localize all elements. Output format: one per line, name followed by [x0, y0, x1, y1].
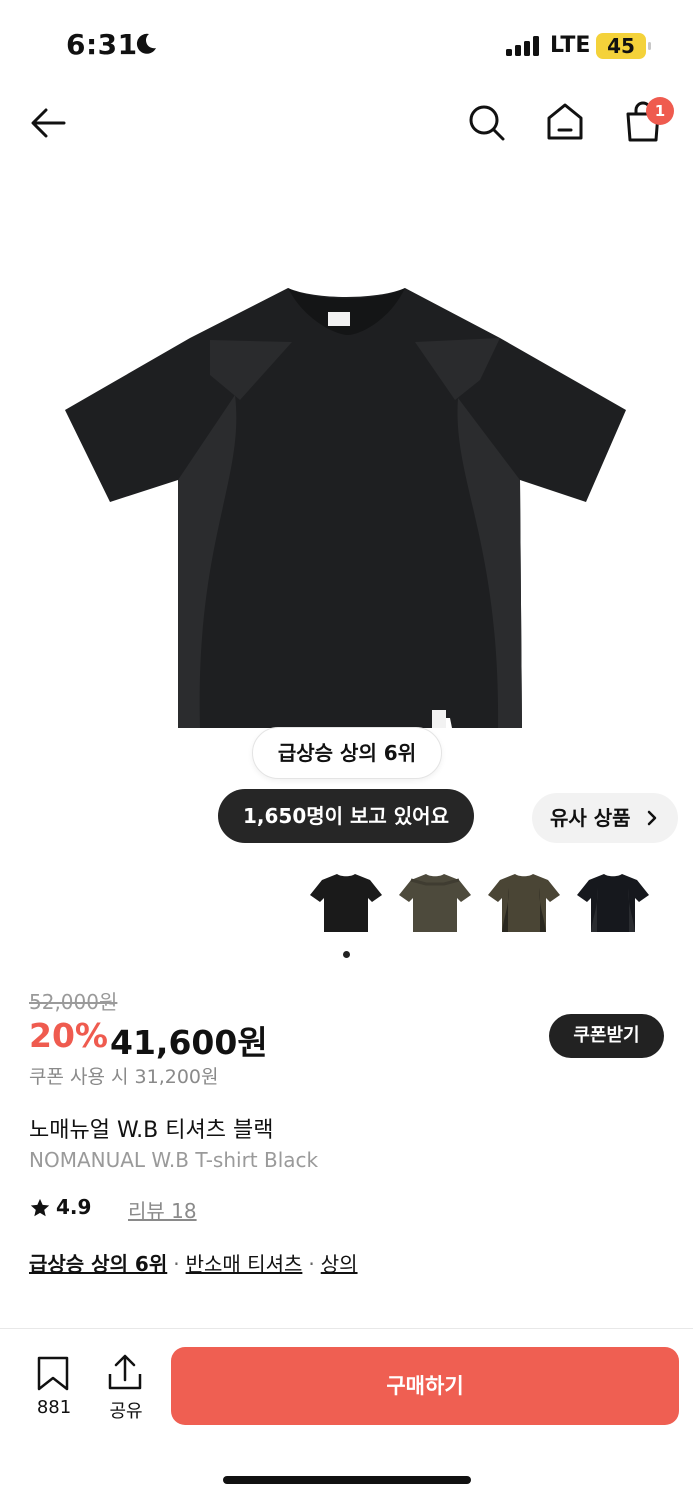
battery-indicator: 45	[596, 33, 651, 59]
top-nav-bar	[0, 92, 693, 156]
bookmark-icon[interactable]	[36, 1356, 70, 1392]
bottom-bar-divider	[0, 1328, 693, 1329]
color-thumbnails	[0, 870, 693, 940]
buy-button[interactable]: 구매하기	[171, 1347, 679, 1425]
tag-separator: ·	[173, 1252, 180, 1276]
search-icon[interactable]	[466, 102, 508, 144]
reviews-link[interactable]: 리뷰 18	[128, 1195, 197, 1224]
home-indicator	[223, 1476, 471, 1484]
bookmark-count: 881	[36, 1397, 72, 1418]
back-arrow-icon[interactable]	[28, 102, 70, 144]
tag-ranking[interactable]: 급상승 상의 6위	[29, 1252, 167, 1276]
original-price: 52,000원	[29, 990, 118, 1014]
tag-short-sleeve-tshirt[interactable]: 반소매 티셔츠	[186, 1252, 303, 1276]
status-bar: 6:31 LTE 45	[0, 0, 693, 92]
viewers-count-chip: 1,650명이 보고 있어요	[218, 789, 474, 843]
share-icon[interactable]	[107, 1354, 143, 1392]
carrier-label: LTE	[550, 33, 591, 58]
rating-value: 4.9	[56, 1195, 92, 1219]
thumbnail-olive[interactable]	[399, 870, 471, 938]
get-coupon-button[interactable]: 쿠폰받기	[549, 1014, 664, 1058]
product-name-korean: 노매뉴얼 W.B 티셔츠 블랙	[29, 1118, 274, 1143]
thumbnail-black[interactable]	[310, 870, 382, 938]
star-icon	[30, 1198, 50, 1217]
moon-icon	[136, 33, 156, 54]
thumbnail-olive-dark[interactable]	[488, 870, 560, 938]
signal-icon	[506, 36, 539, 56]
similar-products-label: 유사 상품	[550, 806, 631, 830]
thumbnail-navy[interactable]	[577, 870, 649, 938]
status-time: 6:31	[66, 28, 138, 61]
share-label: 공유	[109, 1401, 143, 1422]
home-icon[interactable]	[544, 100, 586, 144]
similar-products-button[interactable]: 유사 상품	[532, 793, 678, 843]
tag-tops[interactable]: 상의	[321, 1252, 358, 1276]
cart-count-badge: 1	[646, 97, 674, 125]
discount-rate: 20%	[29, 1016, 108, 1055]
sale-price: 41,600원	[110, 1023, 268, 1062]
product-name-english: NOMANUAL W.B T-shirt Black	[29, 1148, 319, 1172]
product-image-tshirt[interactable]	[60, 280, 634, 740]
ranking-chip[interactable]: 급상승 상의 6위	[252, 727, 442, 779]
chevron-right-icon	[647, 810, 657, 826]
coupon-price: 쿠폰 사용 시 31,200원	[29, 1066, 219, 1088]
gallery-page-indicator	[343, 951, 350, 958]
tag-separator: ·	[308, 1252, 315, 1276]
category-tags: 급상승 상의 6위 · 반소매 티셔츠 · 상의	[29, 1248, 358, 1277]
